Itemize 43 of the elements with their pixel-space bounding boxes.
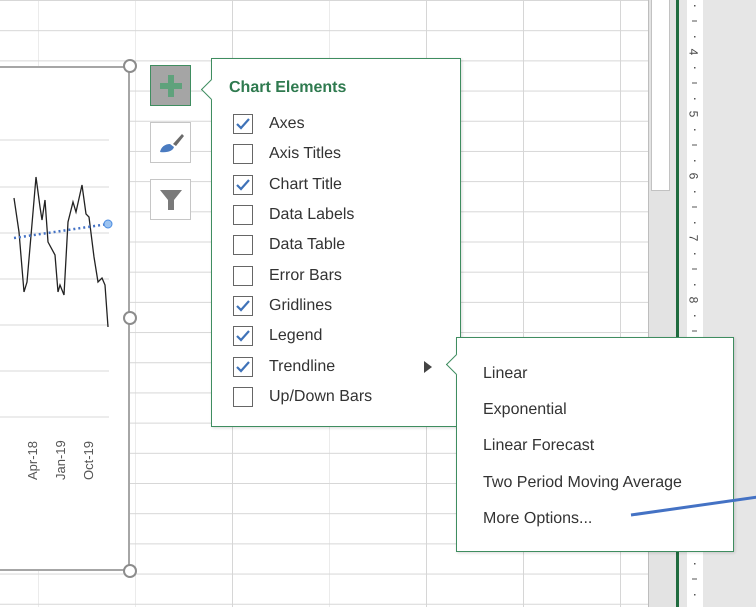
axis-label: Apr-18 bbox=[25, 440, 40, 480]
option-label[interactable]: Data Table bbox=[269, 236, 346, 254]
checkbox[interactable] bbox=[233, 266, 253, 286]
resize-handle[interactable] bbox=[123, 311, 137, 325]
menu-item[interactable]: More Options... bbox=[483, 500, 682, 537]
resize-handle[interactable] bbox=[123, 59, 137, 73]
menu-item[interactable]: Linear bbox=[483, 356, 682, 392]
checkbox[interactable] bbox=[233, 174, 253, 195]
ruler-number: 5 bbox=[687, 110, 700, 118]
axis-label: Oct-19 bbox=[81, 440, 96, 480]
checkbox[interactable] bbox=[233, 235, 253, 256]
option-label[interactable]: Error Bars bbox=[269, 266, 342, 285]
checkbox[interactable] bbox=[233, 205, 253, 226]
option-label[interactable]: Gridlines bbox=[269, 296, 332, 315]
checkbox[interactable] bbox=[233, 386, 253, 407]
option-label[interactable]: Trendline bbox=[269, 358, 336, 376]
submenu-arrow-icon[interactable] bbox=[424, 360, 432, 373]
option-label[interactable]: Data Labels bbox=[269, 206, 354, 224]
menu-item[interactable]: Two Period Moving Average bbox=[483, 464, 682, 501]
scrollbar-thumb[interactable] bbox=[651, 0, 670, 191]
ruler-number: 7 bbox=[687, 234, 700, 242]
chart-styles-button[interactable] bbox=[150, 122, 191, 163]
filter-icon bbox=[158, 188, 182, 212]
ruler-number: 6 bbox=[687, 172, 700, 180]
checkbox[interactable] bbox=[233, 296, 253, 316]
menu-item[interactable]: Exponential bbox=[483, 392, 682, 428]
chart-filter-button[interactable] bbox=[150, 179, 191, 220]
plus-icon bbox=[160, 74, 182, 96]
checkbox[interactable] bbox=[233, 326, 253, 346]
resize-handle[interactable] bbox=[123, 564, 137, 578]
axis-label: Jan-19 bbox=[53, 440, 68, 480]
option-label[interactable]: Axes bbox=[269, 115, 305, 134]
checkbox[interactable] bbox=[233, 356, 253, 377]
ruler-number: 4 bbox=[687, 48, 700, 56]
ruler-number: 8 bbox=[687, 296, 700, 304]
menu-item[interactable]: Linear Forecast bbox=[483, 428, 682, 465]
checkbox[interactable] bbox=[233, 144, 253, 164]
option-label[interactable]: Axis Titles bbox=[269, 145, 342, 164]
option-label[interactable]: Legend bbox=[269, 327, 322, 346]
checkbox[interactable] bbox=[233, 114, 253, 134]
option-label[interactable]: Chart Title bbox=[269, 176, 342, 194]
panel-title: Chart Elements bbox=[229, 79, 346, 97]
option-label[interactable]: Up/Down Bars bbox=[269, 388, 372, 406]
